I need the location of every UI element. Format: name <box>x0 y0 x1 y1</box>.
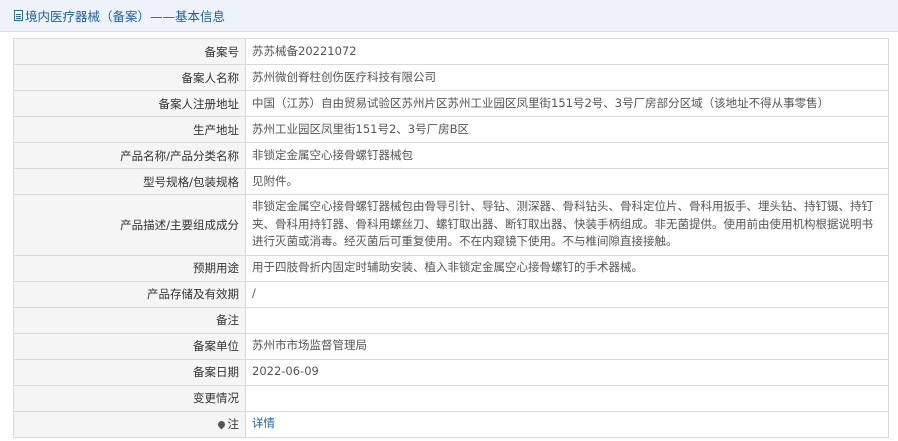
table-row: 备案日期 2022-06-09 <box>13 358 889 386</box>
row-value-product-name: 非锁定金属空心接骨螺钉器械包 <box>245 142 889 169</box>
table-row: 变更情况 <box>13 384 889 412</box>
table-row: 备案人注册地址 中国（江苏）自由贸易试验区苏州片区苏州工业园区凤里街151号2号… <box>13 90 889 117</box>
row-value-remarks <box>245 306 889 334</box>
table-row: 型号规格/包装规格 见附件。 <box>13 168 889 195</box>
document-icon <box>14 10 23 21</box>
pin-icon <box>216 419 226 430</box>
row-value-registrant-name: 苏州微创脊柱创伤医疗科技有限公司 <box>245 64 889 91</box>
row-label-record-unit: 备案单位 <box>13 332 246 360</box>
row-label-change-status: 变更情况 <box>13 384 246 412</box>
page-title: 境内医疗器械（备案）——基本信息 <box>25 9 226 24</box>
row-value-model-spec: 见附件。 <box>245 168 889 195</box>
row-label-product-description: 产品描述/主要组成成分 <box>13 194 246 256</box>
row-label-record-date: 备案日期 <box>13 358 246 386</box>
table-row: 预期用途 用于四肢骨折内固定时辅助安装、植入非锁定金属空心接骨螺钉的手术器械。 <box>13 254 889 282</box>
page-header: 境内医疗器械（备案）——基本信息 <box>0 0 898 32</box>
row-value-registrant-address: 中国（江苏）自由贸易试验区苏州片区苏州工业园区凤里街151号2号、3号厂房部分区… <box>245 90 889 117</box>
table-row: 生产地址 苏州工业园区凤里街151号2、3号厂房B区 <box>13 116 889 143</box>
row-value-storage-validity: / <box>245 280 889 308</box>
row-label-note: 注 <box>13 410 246 438</box>
table-row: 产品描述/主要组成成分 非锁定金属空心接骨螺钉器械包由骨导引针、导钻、测深器、骨… <box>13 194 889 256</box>
row-value-note: 详情 <box>245 410 889 438</box>
basic-info-table: 备案号 苏苏械备20221072 备案人名称 苏州微创脊柱创伤医疗科技有限公司 … <box>13 38 889 438</box>
table-row: 产品名称/产品分类名称 非锁定金属空心接骨螺钉器械包 <box>13 142 889 169</box>
note-label: 注 <box>227 417 240 431</box>
table-row: 注 详情 <box>13 410 889 438</box>
row-value-production-address: 苏州工业园区凤里街151号2、3号厂房B区 <box>245 116 889 143</box>
row-label-model-spec: 型号规格/包装规格 <box>13 168 246 195</box>
row-value-record-number: 苏苏械备20221072 <box>245 38 889 65</box>
row-label-remarks: 备注 <box>13 306 246 334</box>
row-label-record-number: 备案号 <box>13 38 246 65</box>
row-label-registrant-name: 备案人名称 <box>13 64 246 91</box>
row-label-storage-validity: 产品存储及有效期 <box>13 280 246 308</box>
table-row: 备案人名称 苏州微创脊柱创伤医疗科技有限公司 <box>13 64 889 91</box>
table-row: 备案单位 苏州市市场监督管理局 <box>13 332 889 360</box>
row-value-product-description: 非锁定金属空心接骨螺钉器械包由骨导引针、导钻、测深器、骨科钻头、骨科定位片、骨科… <box>245 194 889 256</box>
table-row: 产品存储及有效期 / <box>13 280 889 308</box>
row-label-production-address: 生产地址 <box>13 116 246 143</box>
row-label-product-name: 产品名称/产品分类名称 <box>13 142 246 169</box>
row-label-registrant-address: 备案人注册地址 <box>13 90 246 117</box>
row-value-record-date: 2022-06-09 <box>245 358 889 386</box>
row-label-intended-use: 预期用途 <box>13 254 246 282</box>
details-link[interactable]: 详情 <box>252 416 275 430</box>
row-value-intended-use: 用于四肢骨折内固定时辅助安装、植入非锁定金属空心接骨螺钉的手术器械。 <box>245 254 889 282</box>
row-value-record-unit: 苏州市市场监督管理局 <box>245 332 889 360</box>
table-row: 备注 <box>13 306 889 334</box>
table-row: 备案号 苏苏械备20221072 <box>13 38 889 65</box>
row-value-change-status <box>245 384 889 412</box>
